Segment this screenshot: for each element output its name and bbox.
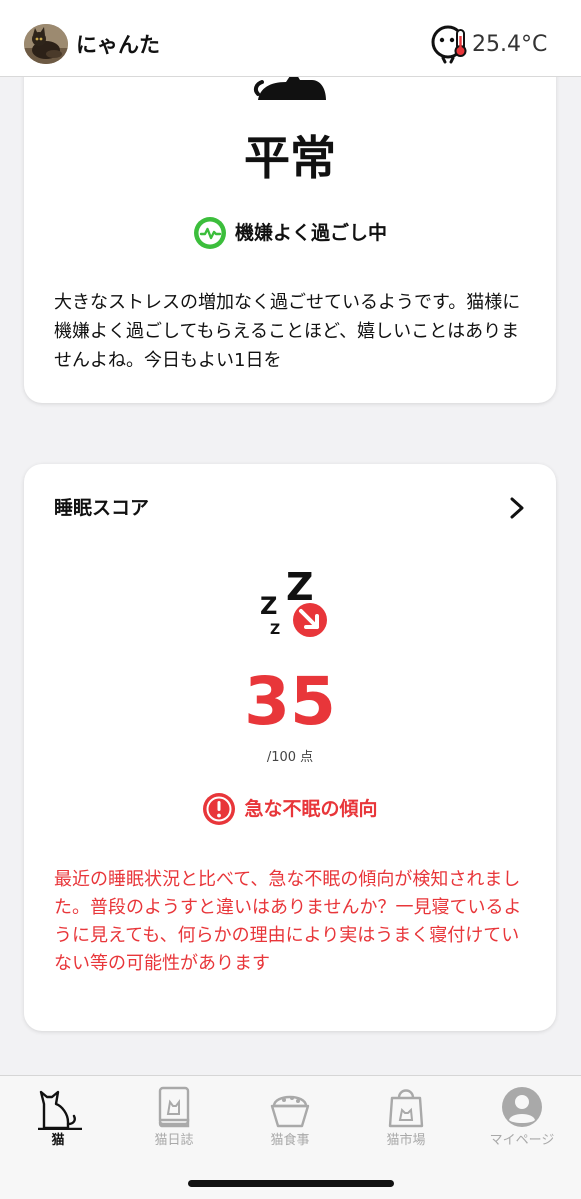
sleep-score-max: /100 点 bbox=[266, 750, 314, 765]
sleep-score-card[interactable]: 睡眠スコア Z Z Z 35 /100 点 急な不眠の傾向 最近の睡眠状況と比べ… bbox=[24, 464, 556, 1031]
cat-name[interactable]: にゃんた bbox=[76, 30, 160, 60]
nav-item-diary[interactable]: 猫日誌 bbox=[124, 1084, 224, 1156]
temperature-value: 25.4°C bbox=[472, 32, 548, 57]
heartbeat-icon bbox=[193, 217, 226, 249]
food-bowl-icon bbox=[270, 1095, 310, 1128]
sleep-score-title: 睡眠スコア bbox=[54, 497, 150, 519]
stress-description: 大きなストレスの増加なく過ごせているようです。猫様に機嫌よく過ごしてもらえること… bbox=[54, 292, 521, 371]
alert-icon bbox=[203, 793, 236, 825]
cat-avatar[interactable] bbox=[24, 24, 68, 64]
nav-item-mypage[interactable]: マイページ bbox=[472, 1084, 572, 1156]
cat-icon bbox=[38, 1090, 82, 1130]
user-icon bbox=[502, 1087, 542, 1127]
svg-text:Z: Z bbox=[270, 622, 280, 638]
sleep-alert-label: 急な不眠の傾向 bbox=[244, 798, 378, 820]
sleep-alert: 急な不眠の傾向 bbox=[24, 792, 556, 826]
sleep-description: 最近の睡眠状況と比べて、急な不眠の傾向が検知されました。普段のようすと違いはあり… bbox=[54, 869, 522, 974]
stress-status: 機嫌よく過ごし中 bbox=[24, 216, 556, 250]
nav-item-cat[interactable]: 猫 bbox=[8, 1084, 108, 1156]
shopping-bag-icon bbox=[388, 1089, 424, 1128]
home-indicator[interactable] bbox=[188, 1180, 394, 1187]
nav-label-cat: 猫 bbox=[51, 1133, 65, 1148]
svg-text:Z: Z bbox=[286, 565, 314, 609]
nav-label-food: 猫食事 bbox=[270, 1133, 310, 1148]
stress-status-label: 機嫌よく過ごし中 bbox=[234, 222, 387, 244]
sleep-score-value: 35 bbox=[244, 663, 336, 740]
nav-label-market: 猫市場 bbox=[386, 1133, 426, 1148]
diary-icon bbox=[158, 1086, 190, 1128]
nav-item-food[interactable]: 猫食事 bbox=[240, 1084, 340, 1156]
svg-text:Z: Z bbox=[260, 592, 277, 620]
nav-item-market[interactable]: 猫市場 bbox=[356, 1084, 456, 1156]
thermometer-device-icon[interactable] bbox=[430, 24, 470, 64]
chevron-right-icon[interactable] bbox=[506, 496, 528, 520]
stress-card[interactable]: 平常 機嫌よく過ごし中 大きなストレスの増加なく過ごせているようです。猫様に機嫌… bbox=[24, 40, 556, 403]
stress-level: 平常 bbox=[244, 131, 336, 185]
sleep-zzz-icon: Z Z Z bbox=[260, 565, 327, 638]
nav-label-diary: 猫日誌 bbox=[154, 1133, 194, 1148]
nav-label-mypage: マイページ bbox=[489, 1133, 555, 1148]
app-header: にゃんた 25.4°C bbox=[0, 0, 581, 77]
